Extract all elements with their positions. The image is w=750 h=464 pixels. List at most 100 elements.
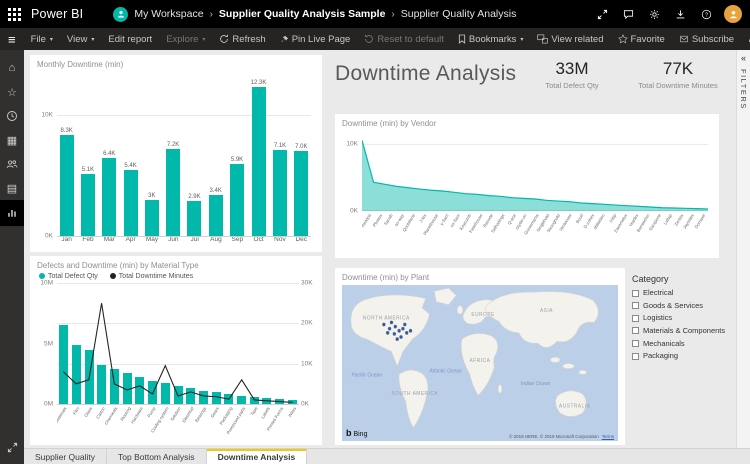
vendor-downtime-chart[interactable]: Downtime (min) by Vendor 10K 0K Reddoit Pl… xyxy=(335,114,719,258)
plant-map-visual[interactable]: Downtime (min) by Plant NORTH AMERICA EU… xyxy=(335,268,625,445)
slicer-option-label: Mechanicals xyxy=(643,338,685,348)
material-name: Bearings xyxy=(194,406,208,424)
checkbox-icon[interactable] xyxy=(632,314,639,322)
bar-jan[interactable] xyxy=(59,135,74,236)
toolbar-share[interactable]: Share xyxy=(741,28,750,50)
checkbox-icon[interactable] xyxy=(632,340,639,347)
material-combo-chart[interactable]: Defects and Downtime (min) by Material T… xyxy=(30,256,322,445)
bar-jul[interactable] xyxy=(187,200,202,236)
map-container[interactable]: NORTH AMERICA EUROPE ASIA AFRICA SOUTH AMERI… xyxy=(342,285,618,441)
x-axis-label: Mar xyxy=(103,236,115,243)
kpi-total-defect-qty[interactable]: 33M Total Defect Qty xyxy=(516,59,628,90)
tab-downtime-analysis[interactable]: Downtime Analysis xyxy=(206,449,308,464)
slicer-title: Category xyxy=(632,274,669,284)
legend-item-total-downtime-minutes[interactable]: Total Downtime Minutes xyxy=(109,273,193,280)
slicer-option-packaging[interactable]: Packaging xyxy=(632,351,732,361)
checkbox-icon[interactable] xyxy=(632,302,639,310)
x-axis-label: Jaysoles xyxy=(682,211,697,253)
bar-feb[interactable] xyxy=(80,174,95,236)
toolbar-view[interactable]: View ▾ xyxy=(60,28,101,50)
x-axis-label: vo-Sam xyxy=(449,211,462,253)
bar-aug[interactable] xyxy=(208,194,223,236)
x-axis-label: Nov xyxy=(274,236,286,243)
plant-dot[interactable] xyxy=(397,328,402,333)
download-icon[interactable] xyxy=(675,9,686,20)
plant-dot[interactable] xyxy=(389,320,394,325)
checkbox-icon[interactable] xyxy=(632,289,639,297)
bar-column: 6.4K xyxy=(102,72,117,236)
sidebar-item-workspaces[interactable]: ▤ xyxy=(0,176,24,200)
sidebar-item-recent[interactable] xyxy=(0,104,24,128)
sidebar-item-home[interactable]: ⌂ xyxy=(0,56,24,80)
bar-apr[interactable] xyxy=(123,170,138,236)
plant-dot[interactable] xyxy=(387,326,392,331)
menu-icon[interactable]: ≡ xyxy=(0,32,24,47)
world-map[interactable]: NORTH AMERICA EUROPE ASIA AFRICA SOUTH AMERI… xyxy=(342,285,618,441)
toolbar-explore[interactable]: Explore ▾ xyxy=(159,28,212,50)
plant-dot[interactable] xyxy=(395,336,400,342)
sidebar-item-favorites[interactable]: ☆ xyxy=(0,80,24,104)
plant-dot[interactable] xyxy=(381,322,386,327)
bar-nov[interactable] xyxy=(273,149,287,236)
bar-sep[interactable] xyxy=(230,164,245,236)
toolbar-reset-to-default[interactable]: Reset to default xyxy=(357,28,451,50)
plant-dot[interactable] xyxy=(392,331,397,337)
toolbar-refresh[interactable]: Refresh xyxy=(212,28,272,50)
downtime-line-series[interactable] xyxy=(57,283,299,404)
comments-icon[interactable] xyxy=(623,9,634,20)
vendor-area-plot[interactable] xyxy=(362,131,708,211)
tab-supplier-quality[interactable]: Supplier Quality xyxy=(24,449,108,464)
bar-jun[interactable] xyxy=(166,148,181,236)
bar-mar[interactable] xyxy=(102,158,117,236)
bar-dec[interactable] xyxy=(294,150,309,236)
filters-pane-collapsed[interactable]: « FILTERS xyxy=(736,50,750,448)
checkbox-icon[interactable] xyxy=(632,327,639,335)
slicer-option-goods-services[interactable]: Goods & Services xyxy=(632,301,732,311)
person-icon xyxy=(729,10,737,18)
settings-icon[interactable] xyxy=(649,9,660,20)
monthly-downtime-chart[interactable]: Monthly Downtime (min) 10K 0K 8.3K 5.1K 6.4K… xyxy=(30,55,322,252)
slicer-option-materials-components[interactable]: Materials & Components xyxy=(632,326,732,336)
slicer-option-logistics[interactable]: Logistics xyxy=(632,314,732,323)
plant-dot[interactable] xyxy=(399,334,403,340)
app-launcher-icon[interactable] xyxy=(8,7,21,21)
fit-to-window-icon[interactable] xyxy=(7,440,18,458)
bar-oct[interactable] xyxy=(251,86,266,236)
slicer-option-electrical[interactable]: Electrical xyxy=(632,288,732,298)
sidebar-item-apps[interactable]: ▦ xyxy=(0,128,24,152)
bar-may[interactable] xyxy=(144,199,159,236)
toolbar-file[interactable]: File ▾ xyxy=(24,28,60,50)
app-title[interactable]: Power BI xyxy=(31,7,83,21)
checkbox-icon[interactable] xyxy=(632,352,639,360)
plant-dot[interactable] xyxy=(402,322,407,327)
terms-link[interactable]: Terms xyxy=(602,434,614,439)
toolbar-favorite[interactable]: Favorite xyxy=(611,28,672,50)
sidebar-item-current-report[interactable] xyxy=(0,200,24,226)
monthly-x-axis: Jan Feb Mar Apr May Jun Jul Aug Sep Oct Nov Dec xyxy=(57,236,311,247)
plant-dot[interactable] xyxy=(404,330,409,335)
bing-logo[interactable]: b Bing xyxy=(346,428,367,438)
breadcrumb-report-name[interactable]: Supplier Quality Analysis xyxy=(401,8,517,20)
workspace-avatar-icon[interactable] xyxy=(113,6,129,22)
toolbar-edit-report[interactable]: Edit report xyxy=(101,28,159,50)
slicer-option-mechanicals[interactable]: Mechanicals xyxy=(632,338,732,349)
help-icon[interactable]: ? xyxy=(701,9,712,20)
user-avatar[interactable] xyxy=(724,5,742,23)
toolbar-bookmarks[interactable]: Bookmarks ▾ xyxy=(451,28,531,50)
plant-dot[interactable] xyxy=(400,326,405,331)
collapse-icon[interactable]: « xyxy=(741,53,746,63)
category-slicer[interactable]: Category Electrical Goods & Services Logis… xyxy=(632,274,732,365)
sidebar-item-shared[interactable] xyxy=(0,152,24,176)
tab-top-bottom-analysis[interactable]: Top Bottom Analysis xyxy=(107,449,207,464)
toolbar-pin-live-page[interactable]: Pin Live Page xyxy=(273,28,358,50)
breadcrumb-workspace[interactable]: My Workspace xyxy=(134,8,203,20)
toolbar-view-related[interactable]: View related xyxy=(530,28,610,50)
bar-value-label: 5.4K xyxy=(124,163,137,170)
toolbar-subscribe[interactable]: Subscribe xyxy=(672,28,741,50)
fullscreen-icon[interactable] xyxy=(597,9,608,20)
plant-dot[interactable] xyxy=(408,328,413,333)
breadcrumb-app-name[interactable]: Supplier Quality Analysis Sample xyxy=(219,8,386,20)
kpi-total-downtime-minutes[interactable]: 77K Total Downtime Minutes xyxy=(622,59,734,90)
plant-dot[interactable] xyxy=(393,324,398,329)
plant-dot[interactable] xyxy=(385,330,390,335)
